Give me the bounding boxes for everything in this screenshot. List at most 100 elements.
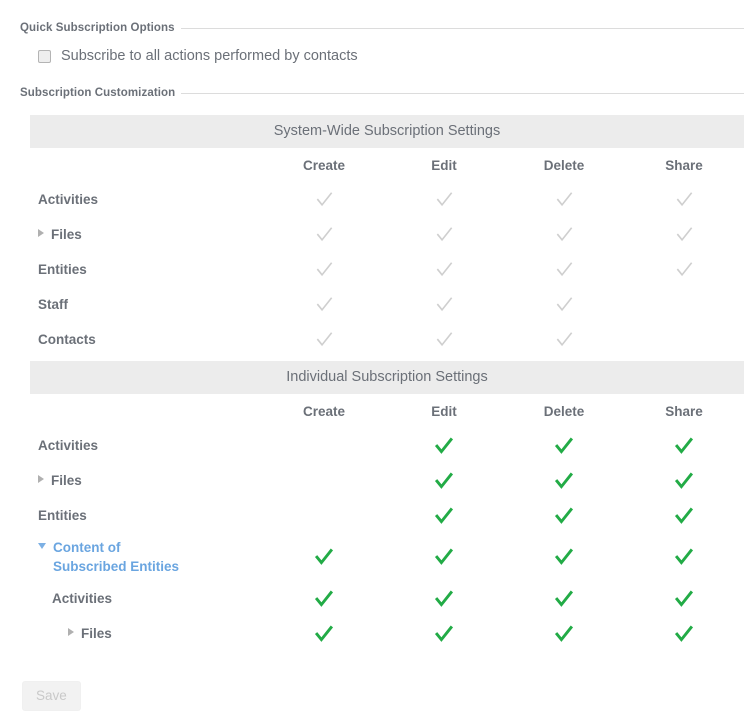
subscription-customization-legend: Subscription Customization [0,64,744,99]
checkbox-cell-create[interactable] [264,330,384,349]
row-label-cell: Files [30,471,264,490]
checkbox-cell-share[interactable] [624,190,744,209]
checkbox-cell-create[interactable] [264,225,384,244]
column-header-delete: Delete [543,157,585,173]
check-icon [675,225,694,244]
checkbox-cell-create[interactable] [264,589,384,609]
checkbox-cell-delete[interactable] [504,506,624,526]
check-icon [675,260,694,279]
row-label-cell: Activities [30,589,264,608]
checkbox-cell-delete[interactable] [504,190,624,209]
checkbox-cell-share[interactable] [624,436,744,456]
row-label: Files [51,473,82,488]
checkbox-cell-delete[interactable] [504,589,624,609]
row-label: Entities [38,508,87,523]
checkbox-cell-edit[interactable] [384,506,504,526]
table-row: Files [30,217,744,252]
checkbox-cell-edit[interactable] [384,547,504,567]
row-label-cell: Contacts [30,330,264,349]
table-row: Content of Subscribed Entities [30,533,744,581]
table-section-header: System-Wide Subscription Settings [30,115,744,148]
checkbox-cell-edit[interactable] [384,589,504,609]
checkbox-cell-edit[interactable] [384,260,504,279]
legend-divider [181,92,744,94]
checkbox-cell-edit[interactable] [384,436,504,456]
checkbox-cell-delete[interactable] [504,436,624,456]
check-icon [435,295,454,314]
table-row: Files [30,616,744,651]
row-label-cell: Content of Subscribed Entities [30,538,264,576]
row-label-cell: Activities [30,436,264,455]
table-row: Activities [30,428,744,463]
checkbox-cell-create[interactable] [264,624,384,644]
check-icon [435,190,454,209]
check-icon [554,547,574,567]
quick-subscription-options-legend-text: Quick Subscription Options [20,22,175,34]
row-label: Activities [52,591,113,606]
subscription-tables: System-Wide Subscription Settings Create E… [30,115,744,651]
checkbox-cell-share[interactable] [624,506,744,526]
check-icon [555,260,574,279]
check-icon [434,471,454,491]
column-header-edit: Edit [431,403,457,419]
checkbox-cell-create[interactable] [264,547,384,567]
table-row: Entities [30,498,744,533]
subscription-customization-legend-text: Subscription Customization [20,87,176,99]
form-actions: Save [22,681,81,711]
check-icon [554,624,574,644]
checkbox-cell-create[interactable] [264,260,384,279]
chevron-right-icon[interactable] [38,229,44,237]
checkbox-cell-delete[interactable] [504,225,624,244]
checkbox-cell-share[interactable] [624,225,744,244]
checkbox-cell-create[interactable] [264,190,384,209]
check-icon [435,260,454,279]
checkbox-cell-delete[interactable] [504,624,624,644]
checkbox-cell-share[interactable] [624,547,744,567]
subscribe-all-actions-option[interactable]: Subscribe to all actions performed by co… [0,34,744,64]
row-label: Contacts [38,332,96,347]
check-icon [314,547,334,567]
table-row: Entities [30,252,744,287]
row-label-cell: Files [30,225,264,244]
row-label: Entities [38,262,87,277]
save-button[interactable]: Save [22,681,81,711]
check-icon [315,260,334,279]
row-label: Activities [38,438,99,453]
column-header-create: Create [302,403,346,419]
checkbox-cell-share[interactable] [624,471,744,491]
chevron-right-icon[interactable] [38,475,44,483]
checkbox-cell-create[interactable] [264,295,384,314]
column-header-edit: Edit [431,157,457,173]
checkbox-cell-edit[interactable] [384,471,504,491]
checkbox-cell-delete[interactable] [504,471,624,491]
legend-divider [180,27,744,29]
column-header-share: Share [665,157,703,173]
checkbox-cell-delete[interactable] [504,260,624,279]
table-column-headers: Create Edit Delete Share [30,148,744,182]
table-row: Contacts [30,322,744,357]
checkbox-cell-edit[interactable] [384,295,504,314]
quick-subscription-options-legend: Quick Subscription Options [0,0,744,34]
checkbox-cell-share[interactable] [624,624,744,644]
checkbox-cell-share[interactable] [624,589,744,609]
check-icon [674,471,694,491]
check-icon [674,624,694,644]
check-icon [315,295,334,314]
checkbox-cell-delete[interactable] [504,295,624,314]
checkbox-cell-edit[interactable] [384,190,504,209]
subscribe-all-actions-checkbox[interactable] [38,49,51,63]
checkbox-cell-share[interactable] [624,260,744,279]
check-icon [434,624,454,644]
row-label[interactable]: Content of Subscribed Entities [53,538,193,576]
chevron-down-icon[interactable] [38,543,46,549]
checkbox-cell-edit[interactable] [384,225,504,244]
table-row: Files [30,463,744,498]
column-header-share: Share [665,403,703,419]
checkbox-cell-delete[interactable] [504,547,624,567]
checkbox-cell-edit[interactable] [384,624,504,644]
table-section-header: Individual Subscription Settings [30,361,744,394]
checkbox-cell-edit[interactable] [384,330,504,349]
checkbox-cell-delete[interactable] [504,330,624,349]
row-label-cell: Entities [30,260,264,279]
chevron-right-icon[interactable] [68,628,74,636]
